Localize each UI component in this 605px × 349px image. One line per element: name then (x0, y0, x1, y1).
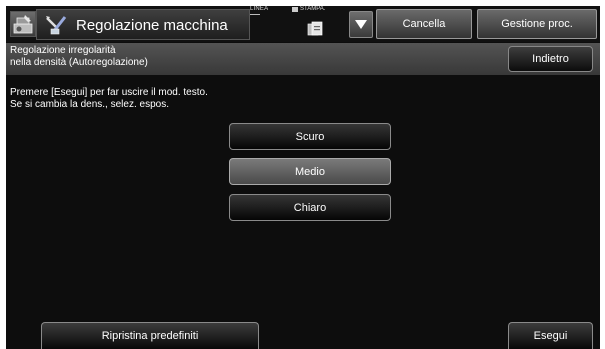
touch-panel-screen: Regolazione macchina LINEA STAMPA. Cance… (6, 6, 600, 349)
line-status-indicator (250, 14, 260, 15)
function-title-line1: Regolazione irregolarità (10, 45, 116, 56)
title-panel: Regolazione macchina (36, 9, 250, 40)
job-status-button[interactable]: Gestione proc. (477, 9, 597, 39)
print-status-text: STAMPA. (300, 6, 326, 12)
execute-button[interactable]: Esegui (508, 322, 593, 349)
print-job-icon[interactable] (307, 20, 323, 36)
density-medium-button[interactable]: Medio (229, 158, 391, 185)
function-title-line2: nella densità (Autoregolazione) (10, 57, 148, 68)
instruction-line2: Se si cambia la dens., selez. espos. (10, 99, 169, 110)
density-dark-button[interactable]: Scuro (229, 123, 391, 150)
sub-header-bar: Regolazione irregolarità nella densità (… (6, 43, 600, 75)
machine-settings-icon[interactable] (10, 11, 36, 37)
function-title: Regolazione irregolarità nella densità (… (10, 45, 148, 69)
print-status-icon (292, 6, 298, 12)
print-status-label: STAMPA. (292, 6, 325, 12)
density-light-button[interactable]: Chiaro (229, 194, 391, 221)
back-button[interactable]: Indietro (508, 46, 593, 72)
cancel-button[interactable]: Cancella (376, 9, 472, 39)
triangle-down-icon (355, 20, 367, 29)
job-list-dropdown-button[interactable] (349, 11, 373, 38)
line-status-label: LINEA (250, 6, 269, 12)
header-bar: Regolazione macchina LINEA STAMPA. Cance… (6, 6, 600, 42)
instruction-line1: Premere [Esegui] per far uscire il mod. … (10, 87, 208, 98)
reset-defaults-button[interactable]: Ripristina predefiniti (41, 322, 259, 349)
instruction-text: Premere [Esegui] per far uscire il mod. … (10, 87, 208, 111)
page-title: Regolazione macchina (76, 17, 228, 34)
adjust-tools-icon (46, 16, 67, 35)
